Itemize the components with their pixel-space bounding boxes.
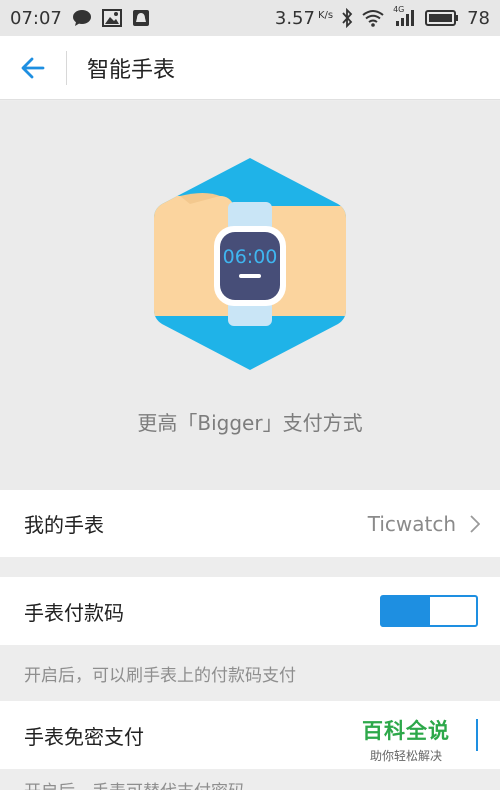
password-free-label: 手表免密支付 [24, 724, 144, 749]
watermark-subtitle: 助你轻松解决 [369, 749, 442, 763]
network-speed: 3.57 K/s [274, 7, 334, 29]
status-bar: 07:07 3.57 K/s 4G 78 [0, 0, 500, 36]
hero-caption: 更高「Bigger」支付方式 [137, 411, 363, 435]
app-bar: 智能手表 [0, 36, 500, 100]
password-free-hint: 开启后，手表可替代支付密码 [0, 769, 500, 790]
payment-code-toggle[interactable] [380, 595, 478, 627]
password-free-toggle[interactable] [474, 719, 478, 751]
payment-code-hint: 开启后，可以刷手表上的付款码支付 [0, 645, 500, 701]
hero-section: 06:00 更高「Bigger」支付方式 [0, 101, 500, 490]
bluetooth-icon [341, 8, 353, 28]
header-divider [66, 50, 67, 85]
battery-icon [425, 10, 459, 26]
back-button[interactable] [0, 36, 66, 100]
watermark-title: 百科全说 [362, 719, 450, 743]
my-watch-label: 我的手表 [24, 513, 104, 537]
image-icon [101, 9, 122, 27]
network-type: 4G [393, 5, 405, 14]
payment-code-row: 手表付款码 [0, 577, 500, 645]
speed-unit: K/s [317, 9, 334, 21]
back-arrow-icon [21, 57, 45, 78]
signal-icon: 4G [393, 5, 417, 27]
chevron-right-icon [470, 514, 480, 533]
watch-face-time: 06:00 [223, 246, 278, 268]
page-title: 智能手表 [87, 57, 176, 83]
wifi-icon [361, 9, 385, 27]
payment-code-label: 手表付款码 [24, 600, 124, 625]
battery-level: 78 [467, 7, 490, 29]
notification-icon [132, 9, 150, 27]
watermark-logo: 百科全说 助你轻松解决 [356, 715, 456, 764]
toggle-fill [382, 597, 428, 625]
my-watch-value: Ticwatch [367, 511, 456, 536]
chat-icon [72, 9, 92, 27]
status-time: 07:07 [10, 7, 62, 29]
watch-illustration: 06:00 [154, 158, 346, 370]
my-watch-row[interactable]: 我的手表 Ticwatch [0, 490, 500, 557]
toggle-knob [428, 597, 430, 625]
